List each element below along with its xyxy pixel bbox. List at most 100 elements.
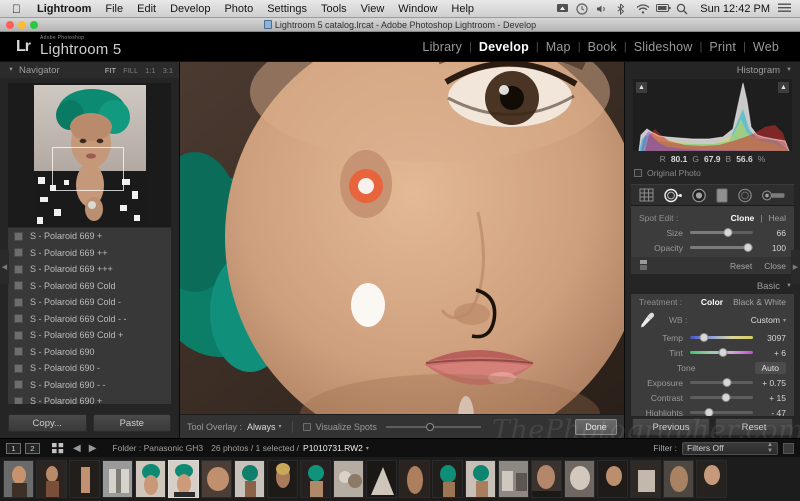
treatment-bw-button[interactable]: Black & White [733, 297, 786, 307]
list-item[interactable] [366, 460, 397, 498]
chevron-down-icon[interactable]: ▾ [279, 423, 282, 430]
previous-photo-arrow-icon[interactable]: ◀ [73, 443, 81, 454]
list-item[interactable] [102, 460, 133, 498]
treatment-color-button[interactable]: Color [701, 297, 723, 307]
visualize-spots-checkbox[interactable] [302, 422, 311, 431]
list-item[interactable] [531, 460, 562, 498]
paste-button[interactable]: Paste [92, 414, 171, 432]
apple-menu-icon[interactable]:  [12, 3, 21, 15]
size-value[interactable]: 66 [760, 228, 786, 238]
exposure-value[interactable]: + 0.75 [760, 378, 786, 388]
size-slider[interactable] [690, 228, 753, 237]
notification-center-icon[interactable] [778, 3, 791, 15]
presets-list[interactable]: S - Polaroid 669 + S - Polaroid 669 ++ S… [8, 227, 171, 404]
tint-slider[interactable] [690, 348, 753, 357]
list-item[interactable]: S - Polaroid 690 + [8, 393, 171, 404]
main-photo-preview[interactable] [180, 62, 624, 414]
menubar-clock[interactable]: Sun 12:42 PM [700, 3, 770, 15]
spot-removal-icon[interactable] [663, 188, 683, 203]
opacity-value[interactable]: 100 [760, 243, 786, 253]
filter-select[interactable]: Filters Off ▲ ▼ [682, 441, 778, 455]
page-two-button[interactable]: 2 [25, 442, 40, 454]
zoom-fill-option[interactable]: FILL [123, 66, 138, 75]
bluetooth-icon[interactable] [616, 3, 629, 15]
menu-item-photo[interactable]: Photo [217, 0, 260, 18]
menu-item-tools[interactable]: Tools [314, 0, 354, 18]
tint-value[interactable]: + 6 [760, 348, 786, 358]
slider-knob[interactable] [718, 348, 728, 357]
temp-value[interactable]: 3097 [760, 333, 786, 343]
auto-tone-button[interactable]: Auto [754, 361, 786, 374]
list-item[interactable] [135, 460, 166, 498]
list-item[interactable] [597, 460, 628, 498]
heal-mode-button[interactable]: Heal [769, 213, 786, 223]
graduated-filter-icon[interactable] [716, 188, 728, 203]
slider-knob[interactable] [721, 393, 731, 402]
airplay-icon[interactable] [556, 3, 569, 15]
chevron-down-icon[interactable]: ▾ [783, 317, 786, 324]
navigator-crop-rect[interactable] [51, 147, 124, 191]
list-item[interactable]: S - Polaroid 669 ++ [8, 245, 171, 262]
list-item[interactable] [300, 460, 331, 498]
contrast-value[interactable]: + 15 [760, 393, 786, 403]
battery-icon[interactable] [656, 3, 671, 15]
done-button[interactable]: Done [575, 418, 617, 435]
slider-knob[interactable] [743, 243, 753, 252]
left-panel-collapse-handle[interactable]: ◀ [0, 250, 9, 284]
histogram-panel-header[interactable]: Histogram ▼ [625, 62, 800, 78]
disclosure-triangle-icon[interactable]: ▼ [8, 67, 14, 73]
menu-item-settings[interactable]: Settings [260, 0, 314, 18]
list-item[interactable] [267, 460, 298, 498]
close-spot-button[interactable]: Close [764, 261, 786, 271]
copy-button[interactable]: Copy... [8, 414, 87, 432]
list-item[interactable]: S - Polaroid 669 +++ [8, 261, 171, 278]
zoom-window-button[interactable] [30, 21, 38, 29]
clone-mode-button[interactable]: Clone [731, 213, 755, 223]
shadow-clipping-icon[interactable]: ▲ [636, 82, 647, 93]
list-item[interactable]: S - Polaroid 669 + [8, 228, 171, 245]
highlights-slider[interactable] [690, 408, 753, 417]
list-item[interactable]: S - Polaroid 690 - [8, 360, 171, 377]
disclosure-triangle-icon[interactable]: ▼ [786, 67, 792, 73]
list-item[interactable]: S - Polaroid 669 Cold - [8, 294, 171, 311]
list-item[interactable]: S - Polaroid 669 Cold + [8, 327, 171, 344]
module-slideshow[interactable]: Slideshow [627, 40, 700, 54]
list-item[interactable]: S - Polaroid 669 Cold - - [8, 311, 171, 328]
list-item[interactable] [564, 460, 595, 498]
next-photo-arrow-icon[interactable]: ▶ [89, 443, 97, 454]
module-map[interactable]: Map [539, 40, 578, 54]
adjustment-brush-icon[interactable] [761, 189, 786, 202]
list-item[interactable] [69, 460, 100, 498]
zoom-3to1-option[interactable]: 3:1 [163, 66, 173, 75]
switch-icon[interactable] [639, 259, 648, 273]
list-item[interactable]: S - Polaroid 690 - - [8, 377, 171, 394]
list-item[interactable] [630, 460, 661, 498]
list-item[interactable] [399, 460, 430, 498]
reset-spot-button[interactable]: Reset [730, 261, 752, 271]
page-one-button[interactable]: 1 [6, 442, 21, 454]
timemachine-icon[interactable] [576, 2, 589, 15]
highlight-clipping-icon[interactable]: ▲ [778, 82, 789, 93]
filmstrip-thumbnails[interactable] [0, 457, 800, 501]
module-develop[interactable]: Develop [472, 40, 536, 54]
volume-icon[interactable] [596, 3, 609, 15]
current-filename[interactable]: P1010731.RW2 [303, 443, 363, 453]
slider-knob[interactable] [723, 228, 733, 237]
menu-item-file[interactable]: File [98, 0, 130, 18]
tool-overlay-value[interactable]: Always [247, 422, 276, 432]
visualize-spots-slider[interactable] [385, 422, 481, 431]
zoom-1to1-option[interactable]: 1:1 [145, 66, 155, 75]
folder-label[interactable]: Folder : Panasonic GH3 [112, 443, 203, 453]
menu-item-view[interactable]: View [354, 0, 392, 18]
contrast-slider[interactable] [690, 393, 753, 402]
list-item[interactable] [3, 460, 34, 498]
list-item[interactable] [36, 460, 67, 498]
navigator-preview[interactable] [8, 83, 171, 231]
navigator-panel-header[interactable]: ▼ Navigator FIT FILL 1:1 3:1 [0, 62, 179, 78]
original-photo-toggle[interactable]: Original Photo [634, 168, 800, 178]
minimize-window-button[interactable] [18, 21, 26, 29]
slider-knob[interactable] [722, 378, 732, 387]
module-web[interactable]: Web [746, 40, 786, 54]
menu-item-lightroom[interactable]: Lightroom [30, 0, 98, 18]
basic-panel-header[interactable]: Basic ▼ [625, 278, 800, 294]
